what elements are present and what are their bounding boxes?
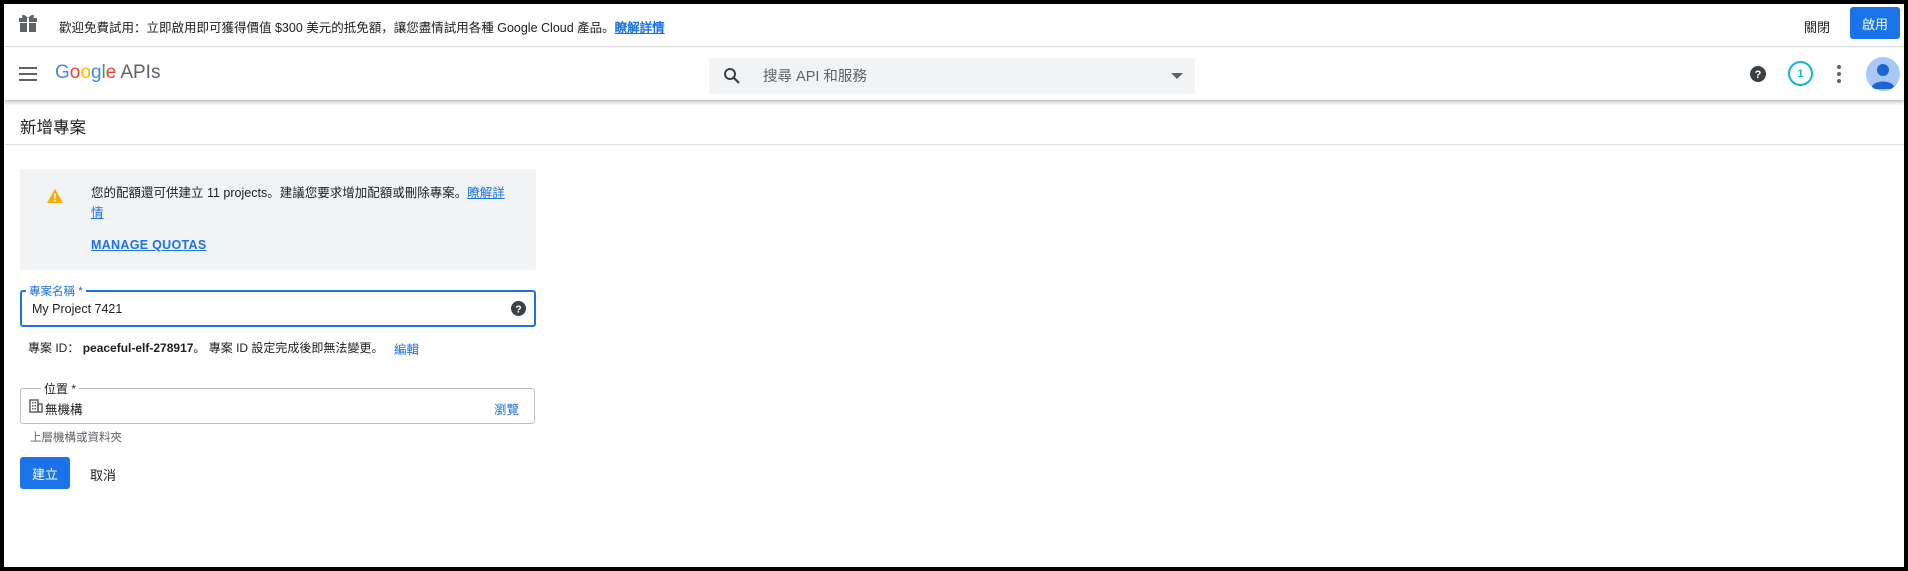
help-icon[interactable]: ? [511, 301, 526, 316]
search-icon [724, 68, 740, 84]
search-input[interactable] [761, 66, 1145, 88]
project-name-field[interactable]: ? [20, 290, 536, 327]
logo-letter: g [90, 62, 102, 83]
product-name: APIs [120, 62, 161, 83]
user-icon [1871, 64, 1895, 89]
quota-warning: 您的配額還可供建立 11 projects。建議您要求增加配額或刪除專案。瞭解詳… [20, 169, 536, 270]
project-id-info: 專案 ID： peaceful-elf-278917。 專案 ID 設定完成後即… [28, 339, 383, 356]
page-title: 新增專案 [20, 119, 86, 137]
building-icon [29, 399, 43, 413]
notification-badge[interactable]: 1 [1788, 61, 1813, 86]
app-header: GoogleAPIs ? 1 [4, 48, 1904, 100]
avatar[interactable] [1866, 57, 1900, 91]
location-value: 無機構 [45, 403, 83, 417]
logo-letter: o [69, 62, 81, 83]
search-dropdown-icon[interactable] [1171, 73, 1183, 79]
edit-project-id-link[interactable]: 編輯 [394, 339, 419, 358]
banner-learn-more-link[interactable]: 瞭解詳情 [615, 21, 665, 35]
cancel-button[interactable]: 取消 [90, 465, 116, 484]
help-icon[interactable]: ? [1750, 66, 1766, 82]
svg-text:?: ? [1755, 69, 1762, 81]
search-bar[interactable] [709, 58, 1195, 94]
project-id-value: peaceful-elf-278917 [82, 341, 194, 355]
dismiss-button[interactable]: 關閉 [1804, 17, 1830, 36]
location-label: 位置 * [41, 380, 80, 397]
free-trial-banner: 歡迎免費試用：立即啟用即可獲得價值 $300 美元的抵免額，讓您盡情試用各種 G… [4, 4, 1904, 47]
project-name-input[interactable] [30, 298, 474, 320]
banner-text: 歡迎免費試用：立即啟用即可獲得價值 $300 美元的抵免額，讓您盡情試用各種 G… [59, 21, 615, 35]
logo-letter: e [105, 62, 117, 83]
project-id-prefix: 專案 ID： [28, 341, 80, 355]
gift-icon [19, 14, 37, 32]
svg-text:?: ? [515, 304, 521, 315]
browse-link[interactable]: 瀏覽 [494, 399, 519, 418]
project-name-label: 專案名稱 * [26, 283, 86, 299]
banner-text-container: 歡迎免費試用：立即啟用即可獲得價值 $300 美元的抵免額，讓您盡情試用各種 G… [59, 17, 665, 36]
project-id-note: 。 專案 ID 設定完成後即無法變更。 [193, 341, 384, 355]
create-button[interactable]: 建立 [20, 457, 70, 489]
warning-icon [47, 189, 63, 203]
activate-button[interactable]: 啟用 [1850, 7, 1900, 39]
window-frame: 歡迎免費試用：立即啟用即可獲得價值 $300 美元的抵免額，讓您盡情試用各種 G… [4, 4, 1904, 567]
logo-letter: G [55, 62, 70, 83]
hamburger-menu-icon[interactable] [18, 64, 38, 84]
google-wordmark: Google [55, 62, 116, 83]
logo-letter: o [80, 62, 91, 83]
location-field[interactable]: 無機構 瀏覽 [20, 388, 535, 424]
more-vert-icon[interactable] [1836, 64, 1842, 84]
manage-quotas-link[interactable]: MANAGE QUOTAS [91, 238, 206, 252]
location-hint: 上層機構或資料夾 [30, 432, 122, 444]
google-apis-logo[interactable]: Google APIs [55, 62, 160, 84]
warning-text: 您的配額還可供建立 11 projects。建議您要求增加配額或刪除專案。 [91, 186, 468, 200]
title-divider [4, 144, 1904, 145]
warning-message: 您的配額還可供建立 11 projects。建議您要求增加配額或刪除專案。瞭解詳… [91, 183, 511, 223]
